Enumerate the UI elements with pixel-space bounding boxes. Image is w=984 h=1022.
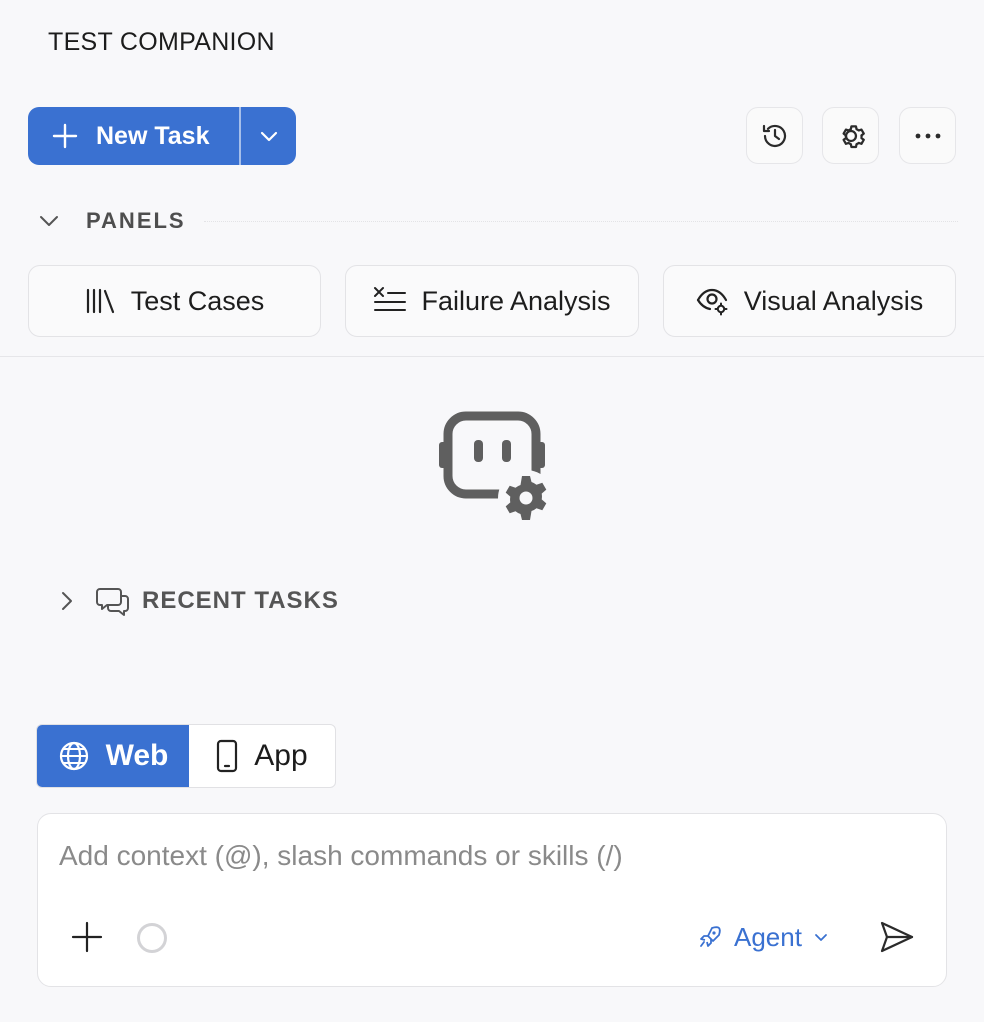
send-icon[interactable] — [878, 918, 916, 956]
panel-visual-analysis[interactable]: Visual Analysis — [663, 265, 956, 337]
chevron-down-icon — [815, 934, 827, 941]
library-icon — [86, 288, 114, 314]
add-attachment-icon[interactable] — [70, 920, 104, 954]
agent-label: Agent — [734, 921, 802, 952]
list-x-icon — [374, 287, 407, 311]
chevron-right-icon — [62, 592, 72, 610]
rocket-icon — [700, 926, 721, 947]
new-task-dropdown-button[interactable] — [241, 107, 296, 165]
plus-icon — [52, 123, 78, 149]
message-input[interactable] — [59, 836, 919, 876]
more-icon — [915, 133, 940, 138]
mode-app-option[interactable]: App — [189, 725, 335, 787]
chevron-down-icon — [260, 131, 277, 142]
bot-settings-icon — [439, 411, 554, 526]
panels-divider — [203, 220, 958, 222]
recent-tasks-label: RECENT TASKS — [142, 587, 339, 614]
more-options-button[interactable] — [899, 107, 956, 164]
mode-label: App — [254, 739, 308, 772]
agent-mode-select[interactable]: Agent — [698, 918, 830, 956]
test-companion-panel: TEST COMPANION New Task PANELS Test Case… — [0, 0, 984, 1022]
settings-button[interactable] — [822, 107, 879, 164]
globe-icon — [59, 741, 88, 771]
panel-label: Visual Analysis — [743, 285, 924, 316]
eye-settings-icon — [696, 288, 728, 316]
panel-test-cases[interactable]: Test Cases — [28, 265, 321, 337]
panel-failure-analysis[interactable]: Failure Analysis — [345, 265, 639, 337]
panels-label: PANELS — [86, 208, 186, 233]
recent-tasks-toggle[interactable]: RECENT TASKS — [56, 582, 339, 620]
panels-section-header[interactable]: PANELS — [38, 204, 958, 238]
phone-icon — [217, 739, 238, 773]
history-icon — [762, 124, 786, 147]
chat-bubbles-icon — [96, 588, 129, 616]
platform-toggle: Web App — [36, 724, 336, 788]
new-task-label: New Task — [96, 121, 210, 150]
new-task-split-button: New Task — [28, 107, 296, 165]
new-task-button[interactable]: New Task — [28, 107, 239, 165]
settings-gear-icon — [842, 124, 865, 148]
mode-web-option[interactable]: Web — [37, 725, 189, 787]
section-divider — [0, 356, 984, 357]
app-title: TEST COMPANION — [48, 28, 275, 56]
chevron-down-icon — [40, 216, 58, 226]
message-composer: Agent — [37, 813, 947, 987]
mode-label: Web — [105, 739, 169, 772]
status-circle-icon — [137, 923, 167, 953]
panel-label: Failure Analysis — [421, 285, 611, 316]
panel-label: Test Cases — [130, 285, 265, 316]
history-button[interactable] — [746, 107, 803, 164]
